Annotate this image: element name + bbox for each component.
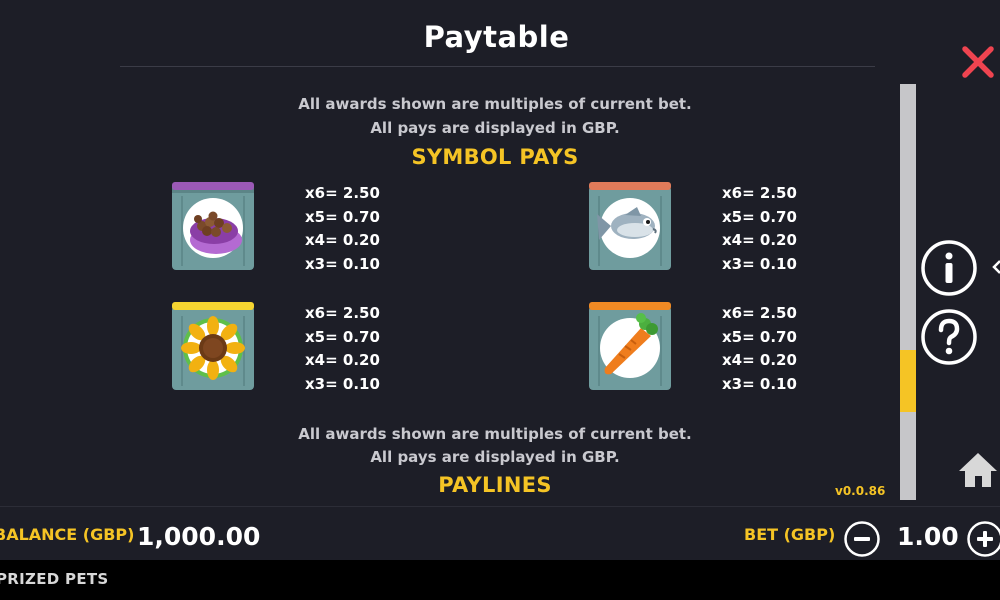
pay-x5: x5= 0.70 (722, 207, 797, 226)
pay-x4: x4= 0.20 (722, 351, 797, 369)
bet-label: BET (GBP) (744, 525, 836, 544)
question-mark-icon[interactable] (920, 308, 978, 366)
pay-x6: x6= 2.50 (722, 304, 797, 322)
info-icon[interactable] (920, 239, 978, 297)
header-divider (120, 66, 875, 67)
paytable-title: Paytable (423, 20, 570, 54)
sunflower-seeds-bag-icon (168, 302, 258, 392)
pay-x4: x4= 0.20 (305, 351, 380, 369)
fish-bag-icon (585, 182, 675, 272)
pay-x3: x3= 0.10 (722, 374, 797, 393)
pay-x3: x3= 0.10 (305, 374, 380, 393)
scrollbar-thumb[interactable] (900, 350, 916, 412)
pay-x3: x3= 0.10 (305, 254, 380, 273)
intro-note-line-1: All awards shown are multiples of curren… (298, 95, 692, 113)
home-icon[interactable] (956, 450, 1000, 490)
outro-note-line-1: All awards shown are multiples of curren… (298, 425, 692, 443)
bet-value: 1.00 (897, 522, 959, 551)
pay-x3: x3= 0.10 (722, 254, 797, 273)
pay-x6: x6= 2.50 (305, 184, 380, 202)
pay-x4: x4= 0.20 (305, 231, 380, 249)
paytable-content[interactable]: All awards shown are multiples of curren… (100, 84, 890, 502)
increase-bet-button[interactable] (966, 520, 1000, 558)
pay-x4: x4= 0.20 (722, 231, 797, 249)
side-arrow-icon (991, 258, 1000, 276)
pay-x6: x6= 2.50 (722, 184, 797, 202)
symbol-4-pays: x6= 2.50 x5= 0.70 x4= 0.20 x3= 0.10 (722, 302, 832, 396)
footer-divider (0, 506, 1000, 507)
carrot-bag-icon (585, 302, 675, 392)
pay-x6: x6= 2.50 (305, 304, 380, 322)
symbol-pays-heading: SYMBOL PAYS (411, 145, 579, 169)
close-icon[interactable] (956, 40, 1000, 84)
symbol-3-pays: x6= 2.50 x5= 0.70 x4= 0.20 x3= 0.10 (305, 302, 415, 396)
symbol-2-pays: x6= 2.50 x5= 0.70 x4= 0.20 x3= 0.10 (722, 182, 832, 276)
balance-value: 1,000.00 (137, 522, 261, 551)
pay-x5: x5= 0.70 (305, 327, 380, 346)
outro-note-line-2: All pays are displayed in GBP. (370, 448, 620, 466)
pay-x5: x5= 0.70 (722, 327, 797, 346)
pay-x5: x5= 0.70 (305, 207, 380, 226)
decrease-bet-button[interactable] (843, 520, 881, 558)
intro-note-line-2: All pays are displayed in GBP. (370, 119, 620, 137)
bottom-bar: PRIZED PETS (0, 560, 1000, 600)
balance-label: BALANCE (GBP) (0, 525, 135, 544)
paytable-scrollbar[interactable] (900, 84, 916, 500)
paylines-heading: PAYLINES (438, 473, 552, 497)
symbol-1-pays: x6= 2.50 x5= 0.70 x4= 0.20 x3= 0.10 (305, 182, 415, 276)
game-name: PRIZED PETS (0, 570, 109, 588)
version-label: v0.0.86 (835, 484, 886, 498)
pet-food-bowl-bag-icon (168, 182, 258, 272)
